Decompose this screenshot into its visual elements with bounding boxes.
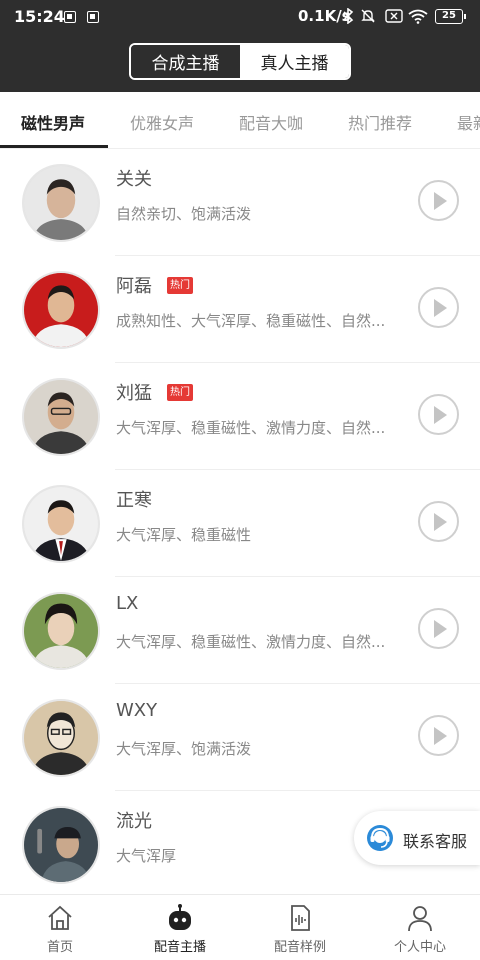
contact-support-button[interactable]: 联系客服 (354, 811, 480, 865)
play-button[interactable] (418, 715, 459, 756)
nav-dubbing-anchor[interactable]: 配音主播 (120, 895, 240, 960)
play-button[interactable] (418, 501, 459, 542)
notification-icon (64, 11, 76, 23)
audio-file-icon (291, 905, 310, 931)
anchor-description: 大气浑厚、稳重磁性、激情力度、自然... (116, 419, 386, 437)
bottom-nav: 首页 配音主播 配音样例 个人中心 (0, 894, 480, 960)
list-item[interactable]: 阿磊 热门 成熟知性、大气浑厚、稳重磁性、自然... (0, 256, 480, 363)
tab-synthetic-anchor[interactable]: 合成主播 (131, 45, 240, 78)
avatar (22, 806, 100, 884)
anchor-description: 成熟知性、大气浑厚、稳重磁性、自然... (116, 312, 386, 330)
person-icon (408, 906, 432, 932)
anchor-description: 大气浑厚 (116, 847, 177, 865)
list-item[interactable]: 正寒 大气浑厚、稳重磁性 (0, 470, 480, 577)
avatar (22, 592, 100, 670)
status-time: 15:24 (14, 7, 65, 26)
contact-support-label: 联系客服 (403, 832, 468, 851)
notification-icon (87, 11, 99, 23)
nav-dubbing-anchor-label: 配音主播 (153, 940, 206, 955)
list-item[interactable]: WXY 大气浑厚、饱满活泼 (0, 684, 480, 791)
anchor-name: LX (116, 593, 139, 614)
anchor-name: 流光 (116, 811, 152, 832)
nav-profile-label: 个人中心 (393, 940, 446, 955)
nav-dubbing-samples[interactable]: 配音样例 (240, 895, 360, 960)
anchor-name: 关关 (116, 169, 152, 190)
nav-home[interactable]: 首页 (0, 895, 120, 960)
tab-hot-recommend[interactable]: 热门推荐 (348, 110, 412, 134)
play-button[interactable] (418, 287, 459, 328)
robot-icon (169, 904, 191, 930)
avatar (22, 271, 100, 349)
avatar (22, 378, 100, 456)
play-button[interactable] (418, 394, 459, 435)
tab-dubbing-star[interactable]: 配音大咖 (239, 110, 303, 134)
hot-badge: 热门 (167, 277, 193, 294)
avatar (22, 164, 100, 242)
home-icon (48, 905, 72, 930)
list-item[interactable]: 刘猛 热门 大气浑厚、稳重磁性、激情力度、自然... (0, 363, 480, 470)
anchor-description: 大气浑厚、稳重磁性、激情力度、自然... (116, 633, 386, 651)
bluetooth-icon (343, 8, 354, 24)
list-item[interactable]: 关关 自然亲切、饱满活泼 (0, 149, 480, 256)
tab-real-anchor[interactable]: 真人主播 (240, 45, 349, 78)
anchor-description: 大气浑厚、稳重磁性 (116, 526, 252, 544)
status-bar: 15:24 0.1K/s 25 (0, 0, 480, 34)
wifi-icon (408, 9, 428, 24)
sim-off-icon (385, 9, 403, 23)
anchor-name: 刘猛 (116, 383, 152, 404)
anchor-description: 大气浑厚、饱满活泼 (116, 740, 252, 758)
tab-magnetic-male[interactable]: 磁性男声 (21, 110, 85, 134)
anchor-name: 正寒 (116, 490, 152, 511)
headset-icon (367, 825, 393, 851)
avatar (22, 485, 100, 563)
anchor-type-switch: 合成主播 真人主播 (129, 43, 351, 80)
nav-profile[interactable]: 个人中心 (360, 895, 480, 960)
battery-indicator: 25 (435, 9, 466, 24)
app-header: 15:24 0.1K/s 25 合成主播 真人主播 (0, 0, 480, 92)
tab-latest[interactable]: 最新 (457, 110, 480, 134)
category-tabs: 磁性男声 优雅女声 配音大咖 热门推荐 最新 (0, 92, 480, 149)
avatar (22, 699, 100, 777)
play-button[interactable] (418, 608, 459, 649)
mute-bell-icon (361, 9, 375, 23)
tab-elegant-female[interactable]: 优雅女声 (130, 110, 194, 134)
active-tab-indicator (0, 145, 108, 148)
nav-home-label: 首页 (46, 940, 73, 955)
anchor-name: WXY (116, 700, 158, 721)
anchor-description: 自然亲切、饱满活泼 (116, 205, 252, 223)
nav-dubbing-samples-label: 配音样例 (273, 940, 326, 955)
anchor-name: 阿磊 (116, 276, 152, 297)
hot-badge: 热门 (167, 384, 193, 401)
list-item[interactable]: LX 大气浑厚、稳重磁性、激情力度、自然... (0, 577, 480, 684)
play-button[interactable] (418, 180, 459, 221)
